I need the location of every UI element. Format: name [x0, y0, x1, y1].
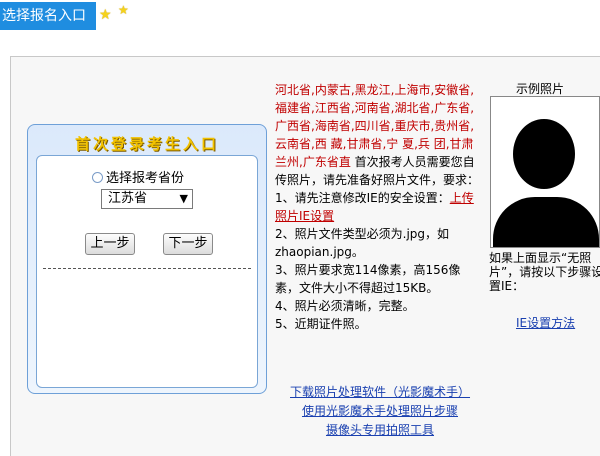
star-icon: ★	[99, 7, 112, 23]
download-tool-link[interactable]: 下载照片处理软件（光影魔术手）	[290, 383, 470, 402]
tab-select-entry[interactable]: 选择报名入口	[0, 2, 96, 30]
step-3: 3、照片要求宽114像素，高156像素，文件大小不得超过15KB。	[275, 263, 461, 295]
divider	[43, 268, 251, 269]
province-select-value: 江苏省	[108, 191, 148, 206]
login-panel: 首次登录考生入口 选择报考省份 江苏省 ▼ 上一步 下一步	[27, 124, 267, 394]
ie-settings-link[interactable]: IE设置方法	[516, 314, 575, 331]
province-radio-row[interactable]: 选择报考省份	[92, 167, 184, 186]
example-photo	[490, 96, 600, 248]
step-2: 2、照片文件类型必须为.jpg，如 zhaopian.jpg。	[275, 225, 481, 261]
camera-tool-link[interactable]: 摄像头专用拍照工具	[290, 421, 470, 440]
person-silhouette	[513, 119, 575, 189]
tool-links: 下载照片处理软件（光影魔术手） 使用光影魔术手处理照片步骤 摄像头专用拍照工具	[290, 383, 470, 440]
next-button[interactable]: 下一步	[163, 233, 213, 255]
step-2-text: 2、照片文件类型必须为.jpg，如	[275, 227, 450, 241]
province-select[interactable]: 江苏省 ▼	[101, 189, 193, 209]
photo-note: 如果上面显示“无照片”，请按以下步骤设置IE：	[489, 251, 600, 293]
step-2-example: zhaopian.jpg。	[275, 245, 364, 259]
radio-label: 选择报考省份	[106, 171, 185, 186]
instructions-intro: 河北省,内蒙古,黑龙江,上海市,安徽省,福建省,江西省,河南省,湖北省,广东省,…	[275, 81, 481, 189]
step-5: 5、近期证件照。	[275, 317, 367, 331]
step-4: 4、照片必须清晰，完整。	[275, 299, 415, 313]
photo-label: 示例照片	[516, 82, 565, 96]
step-1: 1、请先注意修改IE的安全设置：上传照片IE设置	[275, 189, 481, 225]
panel-inner: 选择报考省份 江苏省 ▼ 上一步 下一步	[36, 155, 258, 388]
prev-button[interactable]: 上一步	[85, 233, 135, 255]
tool-steps-link[interactable]: 使用光影魔术手处理照片步骤	[290, 402, 470, 421]
person-shoulders	[493, 197, 599, 247]
instructions: 河北省,内蒙古,黑龙江,上海市,安徽省,福建省,江西省,河南省,湖北省,广东省,…	[275, 81, 481, 333]
top-bar: 选择报名入口 ★ ★	[0, 0, 600, 30]
star-icon: ★	[118, 3, 129, 17]
radio-icon[interactable]	[92, 172, 103, 183]
chevron-down-icon: ▼	[179, 192, 188, 205]
step-1-text: 1、请先注意修改IE的安全设置：	[275, 191, 450, 205]
